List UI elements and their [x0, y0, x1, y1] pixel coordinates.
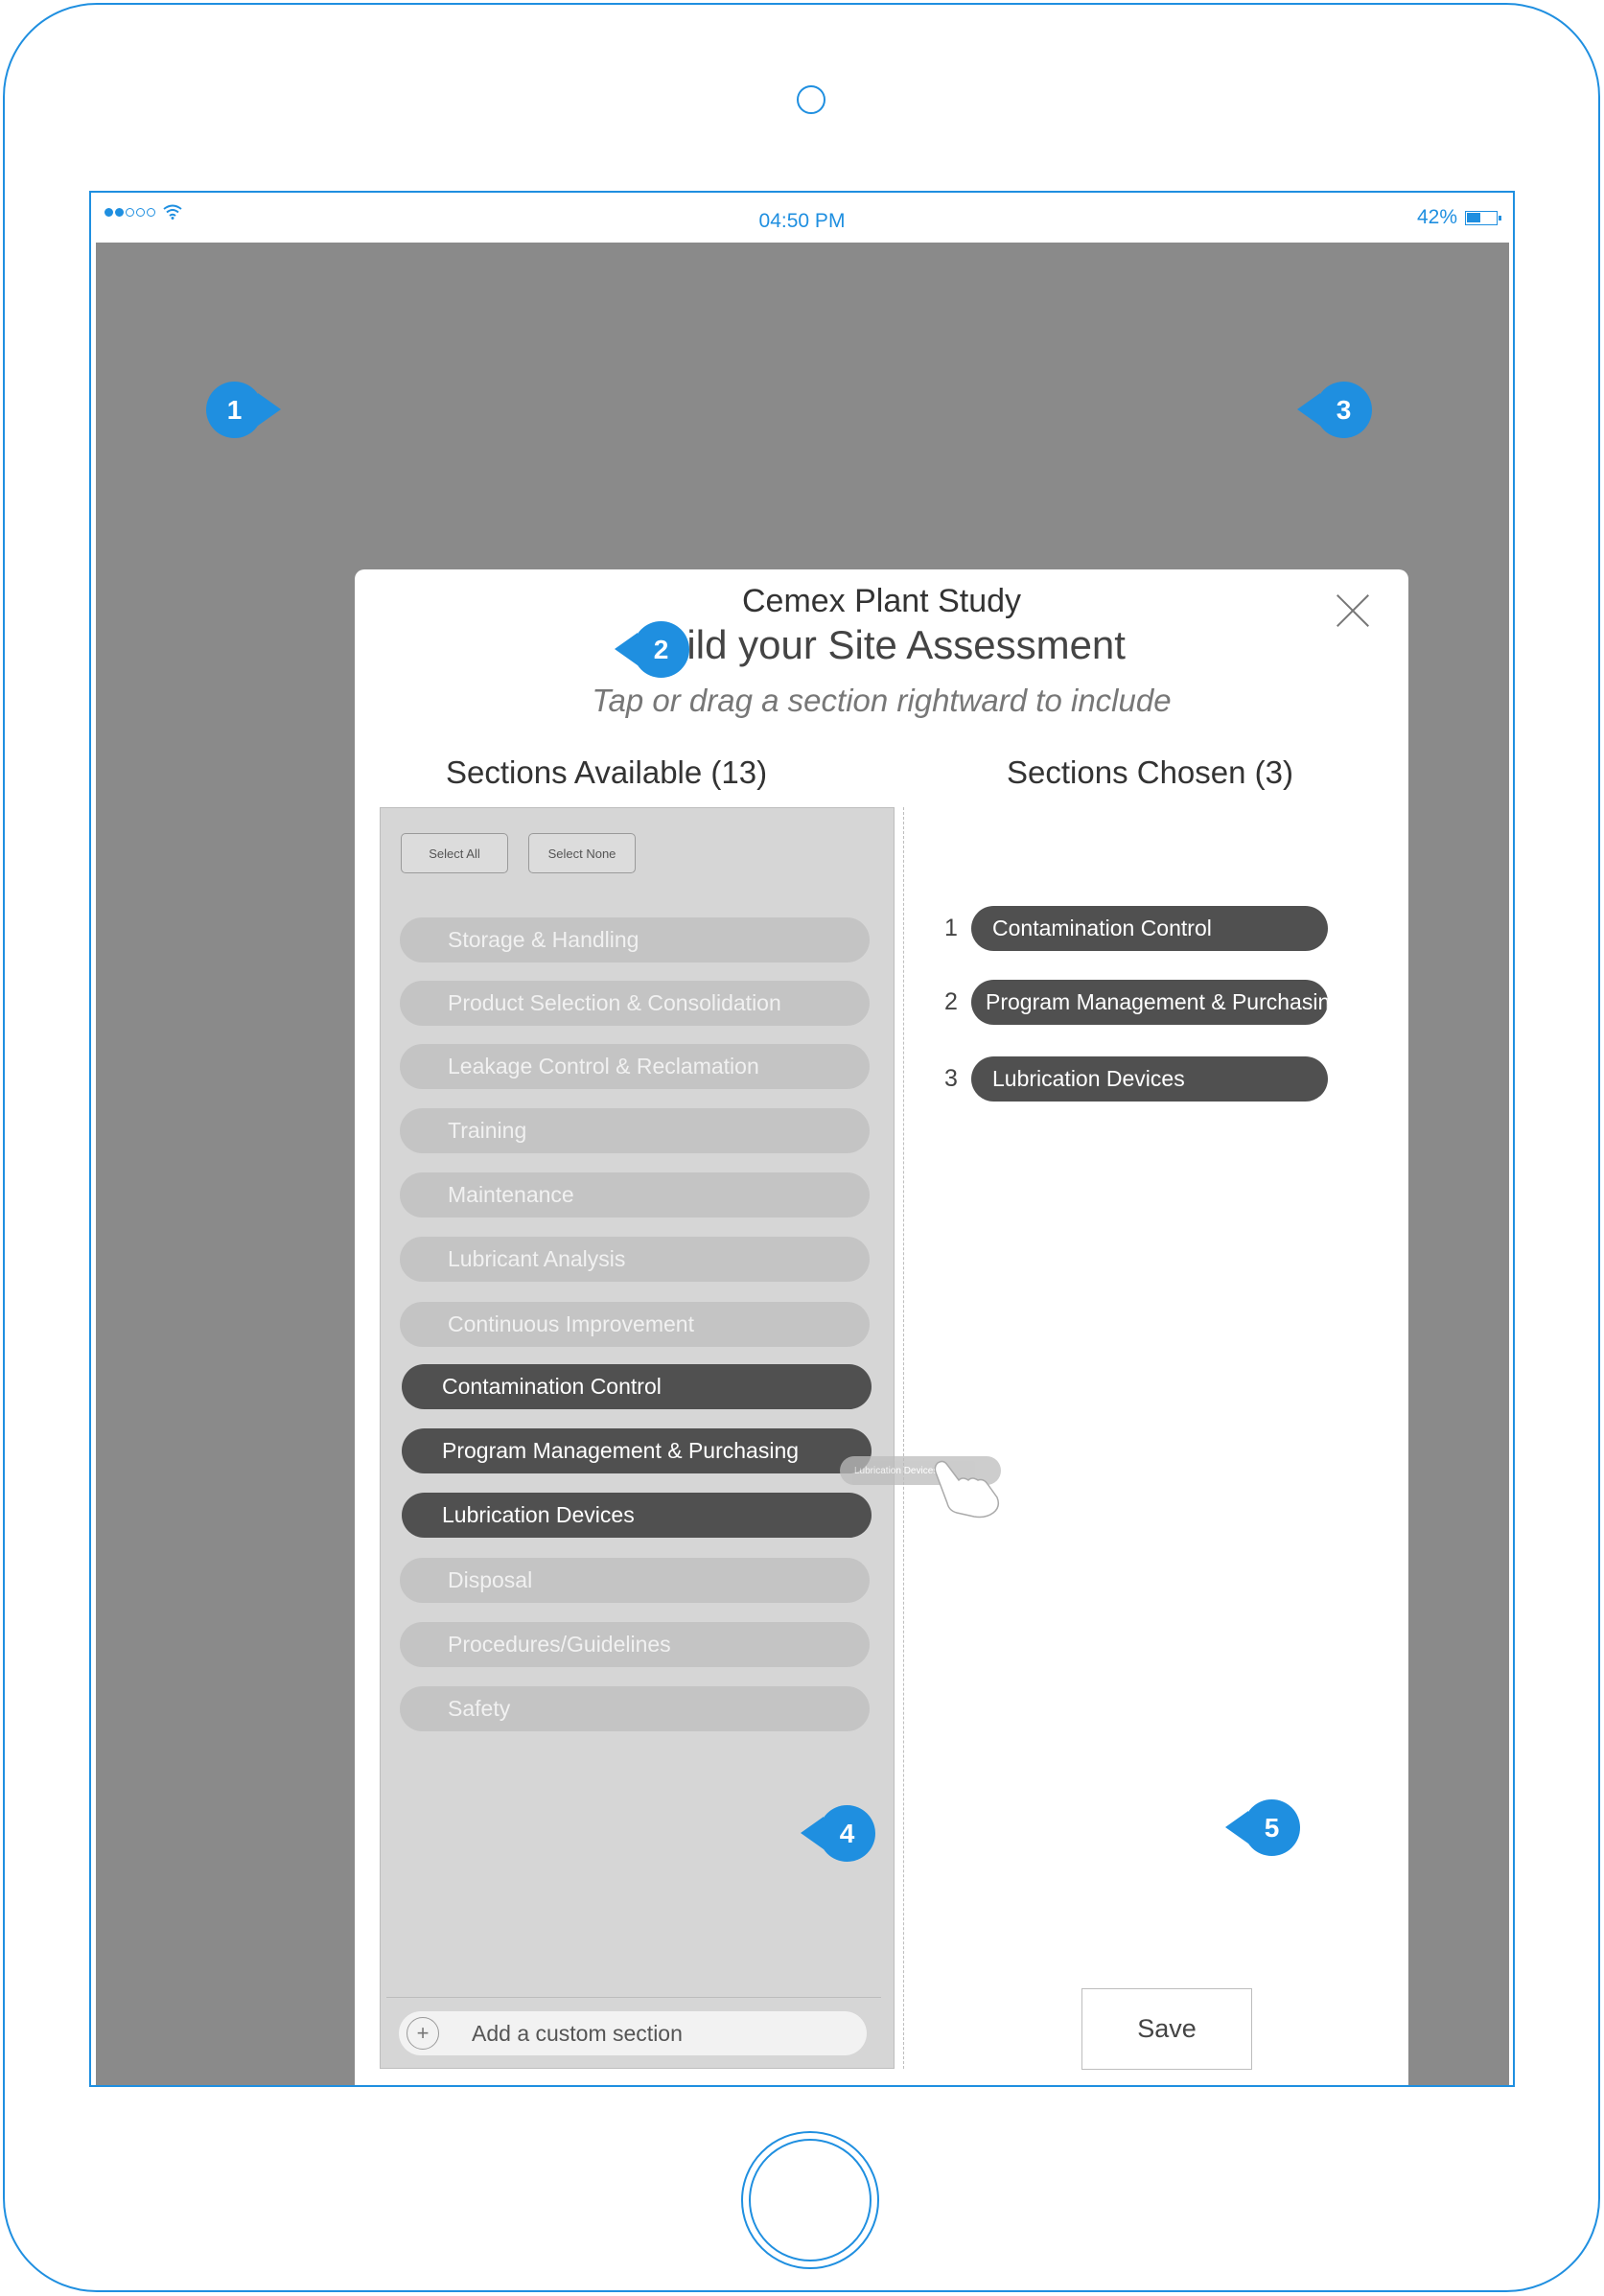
add-custom-section-button[interactable]: + Add a custom section	[399, 2011, 867, 2055]
available-sections-header: Sections Available (13)	[446, 754, 768, 790]
section-item-leakage-control[interactable]: Leakage Control & Reclamation	[400, 1044, 870, 1089]
chosen-item[interactable]: 3 Lubrication Devices	[944, 1056, 1328, 1102]
status-time: 04:50 PM	[758, 210, 846, 232]
chosen-sections-header: Sections Chosen (3)	[1007, 754, 1293, 790]
battery-percent: 42%	[1416, 206, 1457, 228]
chosen-item-label: Contamination Control	[971, 906, 1328, 951]
section-item-training[interactable]: Training	[400, 1108, 870, 1153]
chosen-item-label: Program Management & Purchasing	[971, 980, 1328, 1025]
chosen-item-number: 1	[944, 915, 958, 941]
section-item-safety[interactable]: Safety	[400, 1686, 870, 1731]
section-item-disposal[interactable]: Disposal	[400, 1558, 870, 1603]
callout-2: 2	[615, 621, 689, 678]
chosen-item-number: 2	[944, 988, 958, 1015]
callout-3: 3	[1297, 382, 1372, 438]
drag-hand-icon	[934, 1460, 1000, 1519]
section-item-lubricant-analysis[interactable]: Lubricant Analysis	[400, 1237, 870, 1282]
section-item-storage-handling[interactable]: Storage & Handling	[400, 917, 870, 962]
modal-title: Build your Site Assessment	[638, 622, 1126, 667]
callout-1: 1	[206, 382, 281, 438]
home-button[interactable]	[741, 2131, 879, 2269]
section-item-lubrication-devices[interactable]: Lubrication Devices	[402, 1493, 872, 1538]
select-all-button[interactable]: Select All	[401, 833, 508, 873]
section-item-maintenance[interactable]: Maintenance	[400, 1172, 870, 1218]
panel-divider	[386, 1997, 881, 1998]
screen: 04:50 PM 42% Cemex Plant Study Build you…	[89, 191, 1515, 2087]
battery-icon	[1465, 210, 1501, 225]
section-item-program-management[interactable]: Program Management & Purchasing	[402, 1428, 872, 1473]
available-sections-panel: Select All Select None Storage & Handlin…	[380, 807, 895, 2069]
chosen-item[interactable]: 1 Contamination Control	[944, 906, 1328, 951]
status-bar: 04:50 PM 42%	[91, 193, 1513, 243]
column-divider	[903, 807, 904, 2069]
company-name: Cemex Plant Study	[741, 583, 1022, 619]
select-none-button[interactable]: Select None	[528, 833, 636, 873]
section-item-procedures-guidelines[interactable]: Procedures/Guidelines	[400, 1622, 870, 1667]
assessment-builder-modal: Cemex Plant Study Build your Site Assess…	[355, 569, 1408, 2085]
close-icon[interactable]	[1335, 592, 1371, 629]
modal-instructions: Tap or drag a section rightward to inclu…	[592, 683, 1172, 718]
plus-icon: +	[407, 2017, 439, 2050]
section-item-continuous-improvement[interactable]: Continuous Improvement	[400, 1302, 870, 1347]
chosen-item-label: Lubrication Devices	[971, 1056, 1328, 1102]
callout-4: 4	[801, 1805, 875, 1862]
chosen-item[interactable]: 2 Program Management & Purchasing	[944, 980, 1328, 1025]
battery-indicator: 42%	[1416, 206, 1501, 229]
add-custom-section-label: Add a custom section	[472, 2020, 683, 2046]
callout-5: 5	[1225, 1799, 1300, 1856]
chosen-item-number: 3	[944, 1065, 958, 1092]
section-item-product-selection[interactable]: Product Selection & Consolidation	[400, 981, 870, 1026]
camera-icon	[797, 85, 825, 114]
save-button[interactable]: Save	[1081, 1988, 1252, 2070]
home-button-ring	[749, 2139, 872, 2261]
section-item-contamination-control[interactable]: Contamination Control	[402, 1364, 872, 1409]
